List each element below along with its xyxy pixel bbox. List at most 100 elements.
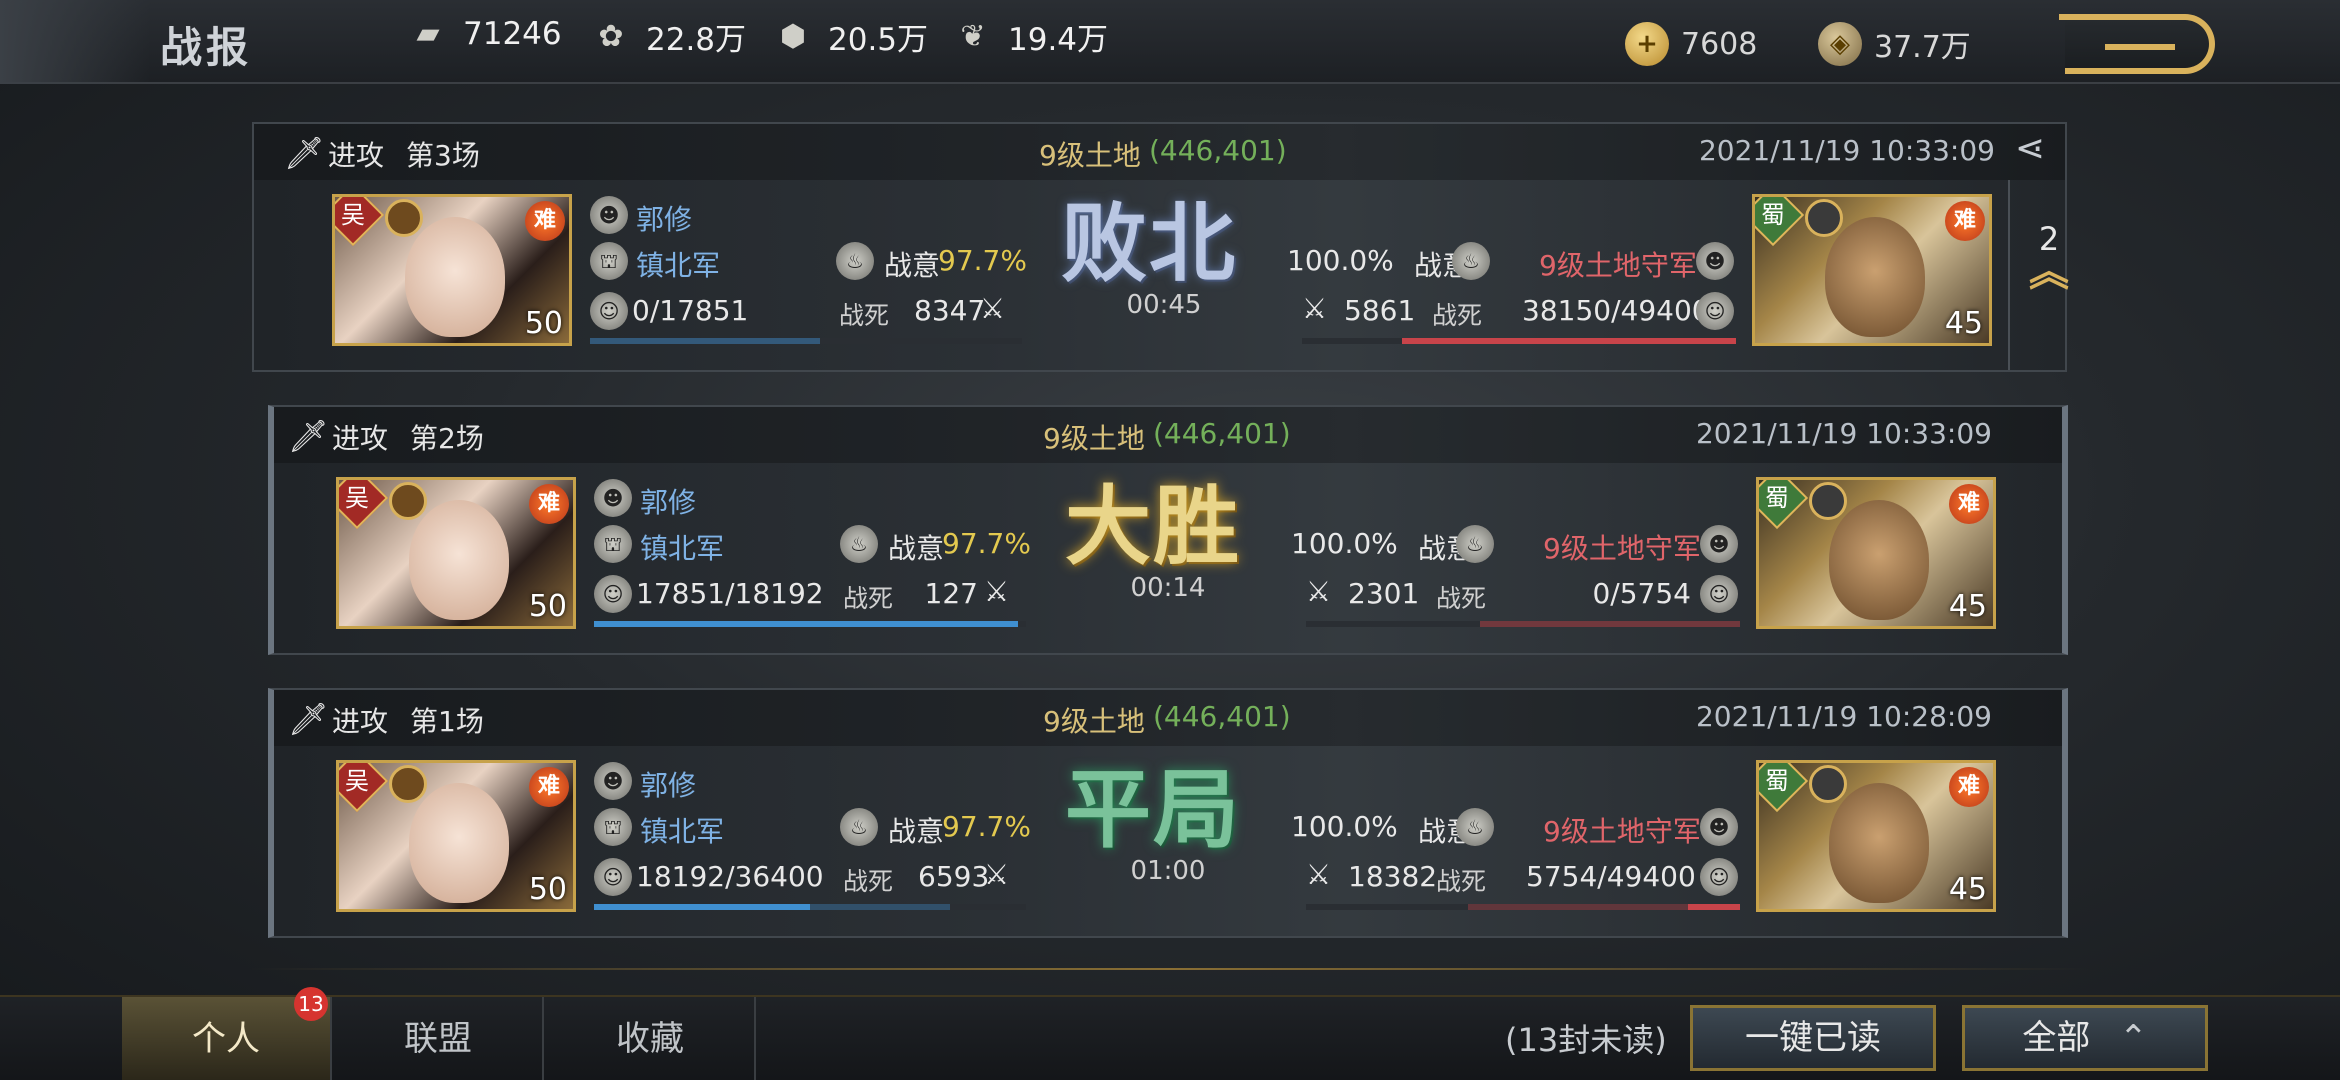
- expand-toggle[interactable]: 2 ︽: [2008, 180, 2088, 370]
- attacker-portrait[interactable]: 吴 难 50: [336, 760, 576, 912]
- resource-iron[interactable]: ⬢ 20.5万: [770, 14, 928, 59]
- rank-gem-icon: [1809, 482, 1847, 520]
- battle-result: 大胜: [1065, 476, 1241, 577]
- general-level: 45: [1948, 872, 1987, 907]
- general-icon: ☻: [594, 479, 632, 517]
- land-coordinates[interactable]: (446,401): [1153, 417, 1291, 450]
- report-time: 2021/11/19 10:33:09: [1698, 134, 1995, 167]
- battle-duration: 00:14: [1130, 573, 1206, 603]
- currency-copper[interactable]: ◈ 37.7万: [1818, 22, 1971, 66]
- attacker-portrait[interactable]: 吴 难 50: [332, 194, 572, 346]
- dead-label: 战死: [1432, 301, 1483, 330]
- attacker-dead: 127: [924, 577, 978, 610]
- resource-wood-value: 19.4万: [1008, 22, 1109, 58]
- difficulty-tag: 难: [525, 201, 565, 241]
- defender-portrait[interactable]: 蜀 难 45: [1756, 760, 1996, 912]
- general-face: [409, 783, 509, 903]
- tab-label: 收藏: [616, 1019, 684, 1059]
- tab-personal[interactable]: 个人 13: [122, 987, 332, 1080]
- general-face: [1825, 217, 1925, 337]
- report-round: 第3场: [406, 139, 480, 172]
- attacker-troop-bar: [594, 904, 1026, 910]
- share-icon[interactable]: ⋖: [2015, 128, 2045, 169]
- general-level: 50: [524, 306, 563, 341]
- resource-iron-value: 20.5万: [828, 22, 929, 58]
- attacker-troops: 18192/36400: [636, 860, 824, 893]
- resource-grain[interactable]: ✿ 22.8万: [588, 14, 746, 59]
- defender-troop-bar: [1306, 621, 1740, 627]
- back-button[interactable]: [2059, 14, 2215, 74]
- troops-icon: ☺: [1700, 575, 1738, 613]
- sword-icon: 🗡: [288, 700, 329, 738]
- general-face: [409, 500, 509, 620]
- defender-name: 9级土地守军: [1539, 249, 1697, 282]
- defender-morale: 100.0%: [1287, 244, 1394, 277]
- unread-badge: 13: [294, 987, 328, 1021]
- tab-alliance[interactable]: 联盟: [334, 997, 544, 1080]
- attacker-army: 镇北军: [636, 249, 721, 282]
- land-coordinates[interactable]: (446,401): [1153, 700, 1291, 733]
- faction-badge: 蜀: [1755, 197, 1805, 247]
- defender-troops: 0/5754: [1592, 577, 1691, 610]
- faction-badge: 蜀: [1759, 480, 1809, 530]
- attacker-portrait[interactable]: 吴 难 50: [336, 477, 576, 629]
- rank-gem-icon: [385, 199, 423, 237]
- attacker-army: 镇北军: [640, 815, 725, 848]
- attacker-name[interactable]: 郭修: [640, 764, 696, 804]
- defender-portrait[interactable]: 蜀 难 45: [1756, 477, 1996, 629]
- report-header: 🗡 进攻 第1场 9级土地 (446,401) 2021/11/19 10:28…: [274, 690, 2062, 746]
- dead-label: 战死: [839, 301, 890, 330]
- report-card[interactable]: 🗡 进攻 第3场 9级土地 (446,401) 2021/11/19 10:33…: [252, 122, 2067, 372]
- defender-morale: 100.0%: [1291, 527, 1398, 560]
- difficulty-tag: 难: [529, 767, 569, 807]
- defender-morale: 100.0%: [1291, 810, 1398, 843]
- dead-label: 战死: [843, 867, 894, 896]
- chevron-up-icon: ⌃: [2119, 1018, 2148, 1058]
- troops-icon: ☺: [1696, 292, 1734, 330]
- report-card[interactable]: 🗡 进攻 第2场 9级土地 (446,401) 2021/11/19 10:33…: [268, 405, 2068, 655]
- casualty-icon: ⚔: [980, 292, 1006, 325]
- dead-label: 战死: [1436, 867, 1487, 896]
- general-icon: ☻: [594, 762, 632, 800]
- attacker-troop-bar: [594, 621, 1026, 627]
- difficulty-tag: 难: [529, 484, 569, 524]
- general-level: 45: [1944, 306, 1983, 341]
- dead-label: 战死: [843, 584, 894, 613]
- divider: [250, 968, 2090, 970]
- defender-portrait[interactable]: 蜀 难 45: [1752, 194, 1992, 346]
- general-face: [405, 217, 505, 337]
- attacker-troop-bar-fill: [594, 621, 1018, 627]
- report-time: 2021/11/19 10:28:09: [1695, 700, 1992, 733]
- gold-value: 7608: [1681, 26, 1758, 62]
- battle-report-screen: 战报 ▰ 71246 ✿ 22.8万 ⬢ 20.5万 ❦ 19.4万 + 760…: [0, 0, 2340, 1080]
- faction-badge: 吴: [335, 197, 385, 247]
- attacker-dead: 6593: [918, 860, 990, 893]
- resource-wood[interactable]: ❦ 19.4万: [950, 14, 1108, 59]
- battle-result: 败北: [1061, 193, 1237, 294]
- attacker-name[interactable]: 郭修: [640, 481, 696, 521]
- defender-dead: 18382: [1348, 860, 1438, 893]
- faction-badge: 蜀: [1759, 763, 1809, 813]
- filter-all-button[interactable]: 全部 ⌃: [1962, 1005, 2208, 1071]
- morale-icon: ♨: [840, 808, 878, 846]
- battle-result: 平局: [1065, 759, 1241, 860]
- morale-icon: ♨: [840, 525, 878, 563]
- land-level: 9级土地: [1043, 422, 1145, 455]
- general-icon: ☻: [1696, 242, 1734, 280]
- tab-favorites[interactable]: 收藏: [546, 997, 756, 1080]
- mark-all-read-button[interactable]: 一键已读: [1690, 1005, 1936, 1071]
- attacker-name[interactable]: 郭修: [636, 198, 692, 238]
- defender-name: 9级土地守军: [1543, 815, 1701, 848]
- resource-stone[interactable]: ▰ 71246: [405, 14, 561, 54]
- defender-dead: 5861: [1344, 294, 1416, 327]
- report-card[interactable]: 🗡 进攻 第1场 9级土地 (446,401) 2021/11/19 10:28…: [268, 688, 2068, 938]
- copper-value: 37.7万: [1874, 30, 1971, 65]
- morale-icon: ♨: [1456, 525, 1494, 563]
- army-icon: ⛫: [594, 525, 632, 563]
- difficulty-tag: 难: [1949, 767, 1989, 807]
- report-header: 🗡 进攻 第2场 9级土地 (446,401) 2021/11/19 10:33…: [274, 407, 2062, 463]
- currency-gold[interactable]: + 7608: [1625, 22, 1757, 66]
- attacker-troop-bar-fill: [594, 904, 810, 910]
- land-coordinates[interactable]: (446,401): [1149, 134, 1287, 167]
- battle-duration: 01:00: [1130, 856, 1206, 886]
